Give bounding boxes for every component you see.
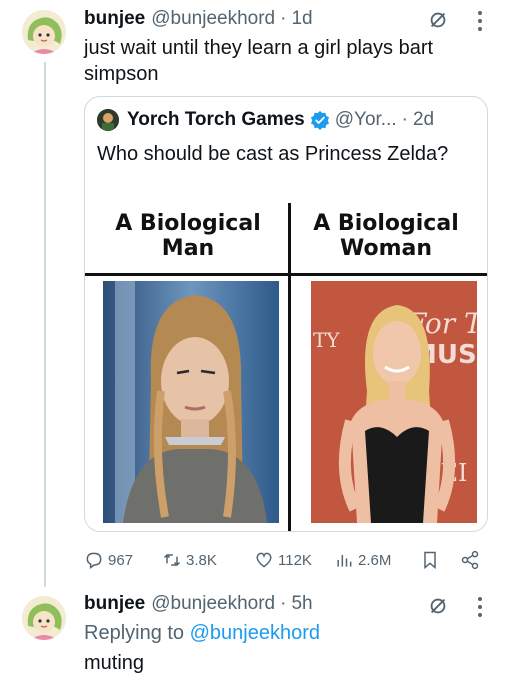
- quoted-tweet-header: Yorch Torch Games @Yor... · 2d: [97, 109, 434, 131]
- post-time[interactable]: 5h: [291, 593, 312, 615]
- reply-user-avatar[interactable]: [22, 596, 66, 640]
- repost-count: 3.8K: [186, 551, 217, 569]
- author-name[interactable]: bunjee: [84, 8, 145, 30]
- reply-count: 967: [108, 551, 134, 569]
- post-time[interactable]: 1d: [291, 8, 312, 30]
- separator-dot: ·: [280, 593, 287, 614]
- bookmark-icon: [424, 551, 436, 570]
- heart-icon: [256, 552, 272, 568]
- author-name[interactable]: bunjee: [84, 593, 145, 615]
- repost-button[interactable]: 3.8K: [162, 548, 217, 572]
- quoted-author-name: Yorch Torch Games: [127, 109, 305, 130]
- quoted-tweet-body: Who should be cast as Princess Zelda?: [97, 143, 449, 165]
- bookmark-button[interactable]: [420, 548, 444, 572]
- thread-connector-line: [44, 62, 46, 587]
- replying-to-handle[interactable]: @bunjeekhord: [190, 622, 320, 644]
- share-button[interactable]: [460, 548, 484, 572]
- like-count: 112K: [278, 551, 312, 569]
- avatar-image: [22, 10, 66, 54]
- repost-icon: [163, 553, 181, 567]
- replying-to-prefix: Replying to: [84, 622, 185, 644]
- svg-text:TY: TY: [313, 328, 340, 352]
- user-avatar[interactable]: [22, 10, 66, 54]
- quoted-author-handle: @Yor...: [334, 109, 397, 130]
- views-count: 2.6M: [358, 551, 392, 569]
- grok-icon[interactable]: [426, 594, 450, 618]
- more-options-icon[interactable]: [470, 8, 490, 34]
- reply-tweet-body: muting: [84, 652, 145, 674]
- author-handle[interactable]: @bunjeekhord: [151, 8, 275, 30]
- quoted-post-time: 2d: [412, 109, 435, 130]
- grok-icon[interactable]: [426, 8, 450, 32]
- meme-right-title: A Biological Woman: [313, 211, 459, 261]
- meme-left-title: A Biological Man: [115, 211, 261, 261]
- meme-horizontal-divider: [85, 273, 487, 276]
- left-portrait-photo: [103, 281, 279, 523]
- reply-icon: [86, 552, 102, 569]
- reply-button[interactable]: 967: [84, 548, 133, 572]
- right-portrait-photo: For Th MUSI TY IEI: [311, 281, 477, 523]
- avatar-image: [22, 596, 66, 640]
- tweet-body: just wait until they learn a girl plays …: [84, 37, 434, 85]
- meme-vertical-divider: [288, 203, 291, 531]
- verified-badge-icon: [310, 110, 329, 130]
- meme-image[interactable]: A Biological Man A Biological Woman For …: [85, 203, 487, 531]
- share-icon: [461, 550, 479, 570]
- views-button[interactable]: 2.6M: [334, 548, 391, 572]
- like-button[interactable]: 112K: [254, 548, 312, 572]
- tweet-header: bunjee @bunjeekhord · 1d: [84, 8, 313, 30]
- reply-tweet-header: bunjee @bunjeekhord · 5h: [84, 593, 313, 615]
- tweet-actions-bar: 967 3.8K 112K 2.6M: [84, 548, 488, 572]
- views-chart-icon: [337, 555, 352, 567]
- replying-to-line: Replying to @bunjeekhord: [84, 620, 484, 646]
- separator-dot: ·: [280, 8, 287, 29]
- quoted-author-avatar: [97, 109, 119, 131]
- quoted-tweet-card[interactable]: Yorch Torch Games @Yor... · 2d Who shoul…: [84, 96, 488, 532]
- author-handle[interactable]: @bunjeekhord: [151, 593, 275, 615]
- more-options-icon[interactable]: [470, 594, 490, 620]
- separator-dot: ·: [401, 109, 408, 130]
